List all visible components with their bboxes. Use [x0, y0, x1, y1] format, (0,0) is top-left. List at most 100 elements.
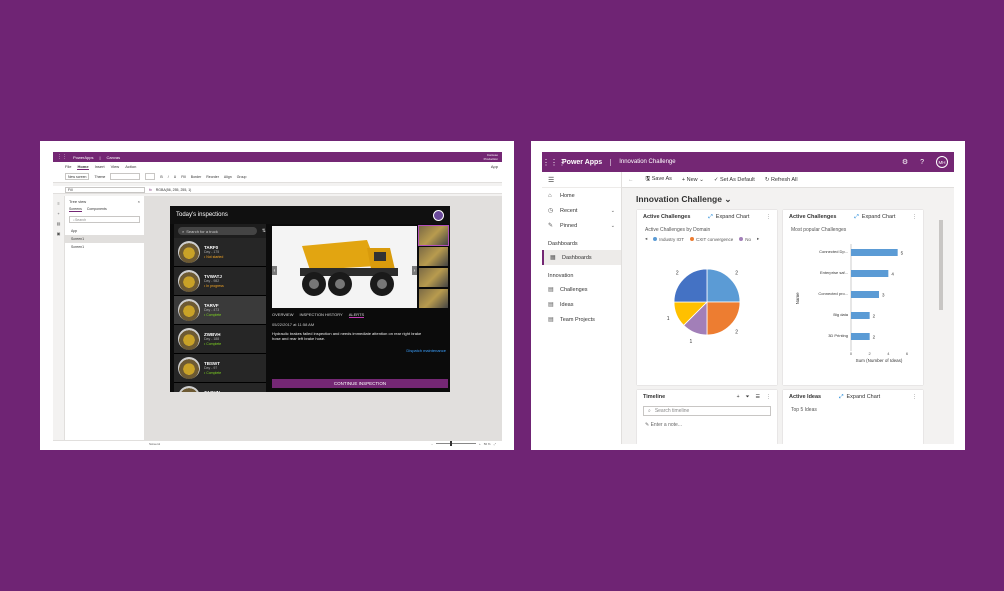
expand-chart-button[interactable]: ⤢ Expand Chart: [708, 214, 749, 221]
truck-search-input[interactable]: ⌕ Search for a truck: [178, 227, 257, 235]
next-image-icon[interactable]: ›: [412, 266, 417, 275]
nav-home[interactable]: ⌂ Home: [542, 188, 621, 203]
pie-chart[interactable]: 2 2 1 1 2: [637, 242, 777, 372]
thumbnail[interactable]: [419, 268, 448, 287]
more-icon[interactable]: ⋮: [912, 394, 917, 400]
menu-file[interactable]: File: [65, 164, 71, 169]
card-title[interactable]: Active Challenges: [789, 214, 836, 220]
tree-row-app[interactable]: App: [65, 227, 144, 235]
sort-icon[interactable]: ⇅: [262, 228, 266, 234]
back-icon[interactable]: ←: [628, 177, 634, 183]
media-icon[interactable]: ▣: [53, 231, 64, 236]
nav-dashboards[interactable]: ▦ Dashboards: [542, 250, 621, 265]
data-icon[interactable]: ▤: [53, 221, 64, 226]
thumbnail[interactable]: [419, 247, 448, 266]
continue-inspection-button[interactable]: CONTINUE INSPECTION: [272, 379, 448, 388]
ribbon-fill[interactable]: Fill: [181, 175, 185, 179]
waffle-icon[interactable]: ⋮⋮: [57, 154, 67, 160]
tree-search-input[interactable]: ⌕ Search: [69, 216, 140, 223]
menu-view[interactable]: View: [111, 164, 120, 169]
chevron-down-icon[interactable]: ⌄: [611, 208, 621, 214]
nav-ideas[interactable]: ▤ Ideas: [542, 297, 621, 312]
timeline-search-input[interactable]: ⌕ Search timeline: [643, 406, 771, 416]
more-icon[interactable]: ⋮: [766, 214, 771, 220]
bar[interactable]: [851, 249, 898, 256]
menu-action[interactable]: Action: [125, 164, 136, 169]
thumbnail[interactable]: [418, 225, 449, 246]
font-size-select[interactable]: [145, 173, 156, 180]
enter-note-input[interactable]: ✎ Enter a note...: [637, 418, 777, 432]
card-title[interactable]: Active Challenges: [643, 214, 690, 220]
thumbnail[interactable]: [419, 289, 448, 308]
menu-app[interactable]: App: [491, 164, 502, 169]
nav-pinned[interactable]: ✎ Pinned ⌄: [542, 218, 621, 233]
tree-view-icon[interactable]: ≡: [53, 201, 64, 206]
bar-chart[interactable]: Connected Dp... 5 Enterprise saf... 4 Connec…: [783, 236, 923, 376]
zoom-slider[interactable]: [435, 441, 476, 446]
hamburger-icon[interactable]: ☰: [542, 172, 621, 188]
list-item[interactable]: TARF0 Day - 175 • Not started: [174, 238, 266, 267]
pie-slice[interactable]: [673, 268, 708, 303]
inspection-app-preview[interactable]: Today's inspections ⌕ Search for a truck…: [170, 206, 450, 392]
ribbon-border[interactable]: Border: [191, 175, 202, 179]
zoom-in-icon[interactable]: +: [479, 442, 481, 446]
list-item[interactable]: TARVF Day - 473 • Complete: [174, 296, 266, 325]
mda-brand[interactable]: Power Apps: [562, 158, 612, 166]
close-icon[interactable]: ×: [138, 199, 140, 204]
waffle-icon[interactable]: ⋮⋮⋮: [542, 158, 566, 167]
underline-icon[interactable]: U: [174, 175, 177, 179]
avatar[interactable]: MH: [936, 156, 948, 168]
prev-image-icon[interactable]: ‹: [272, 266, 277, 275]
avatar[interactable]: [433, 209, 444, 221]
menu-home[interactable]: Home: [77, 164, 89, 170]
gear-icon[interactable]: ⚙: [902, 158, 908, 166]
tab-inspection-history[interactable]: INSPECTION HISTORY: [300, 312, 343, 318]
menu-insert[interactable]: Insert: [95, 164, 105, 169]
save-as-button[interactable]: 🖫 Save As: [646, 175, 672, 184]
expand-chart-button[interactable]: ⤢ Expand Chart: [839, 394, 880, 401]
card-title[interactable]: Active Ideas: [789, 394, 821, 400]
screen-selector[interactable]: Screen1: [149, 442, 160, 446]
tree-row-screen[interactable]: Screen1: [65, 235, 144, 243]
nav-challenges[interactable]: ▤ Challenges: [542, 282, 621, 297]
italic-icon[interactable]: /: [168, 175, 169, 179]
theme-button[interactable]: Theme: [94, 175, 105, 179]
tab-alerts[interactable]: ALERTS: [348, 312, 365, 318]
dashboard-scrollbar[interactable]: [938, 210, 944, 442]
ribbon-group[interactable]: Group: [237, 175, 247, 179]
ribbon-align[interactable]: Align: [224, 175, 232, 179]
legend-item[interactable]: CXIT convergence: [690, 237, 733, 242]
list-item[interactable]: ZWBVH Day - 188 • Complete: [174, 325, 266, 354]
nav-team-projects[interactable]: ▤ Team Projects: [542, 312, 621, 327]
scrollbar-thumb[interactable]: [939, 220, 943, 310]
font-select[interactable]: [110, 173, 141, 180]
nav-recent[interactable]: ◷ Recent ⌄: [542, 203, 621, 218]
bar[interactable]: [851, 270, 889, 277]
more-icon[interactable]: ⋮: [912, 214, 917, 220]
chevron-down-icon[interactable]: ⌄: [611, 223, 621, 229]
formula-input[interactable]: RGBA(56, 255, 255, 1): [156, 188, 192, 192]
list-item[interactable]: TVWATJ Day - 982 • In progress: [174, 267, 266, 296]
expand-chart-button[interactable]: ⤢ Expand Chart: [854, 214, 895, 221]
tab-overview[interactable]: OVERVIEW: [272, 312, 294, 318]
legend-item[interactable]: Industry IOT: [653, 237, 684, 242]
ribbon-reorder[interactable]: Reorder: [206, 175, 219, 179]
refresh-all-button[interactable]: ↻ Refresh All: [765, 177, 798, 183]
filter-icon[interactable]: ⏷: [746, 394, 750, 400]
bold-icon[interactable]: B: [160, 175, 162, 179]
dispatch-link[interactable]: Dispatch maintenance: [406, 348, 446, 353]
fit-screen-icon[interactable]: ⤢: [494, 442, 496, 446]
insert-icon[interactable]: +: [53, 211, 64, 216]
studio-user[interactable]: Contoso Production: [484, 153, 502, 161]
tree-row-screen[interactable]: Screen1: [65, 243, 144, 251]
legend-item[interactable]: No: [739, 237, 751, 242]
property-select[interactable]: Fill: [65, 186, 145, 193]
dashboard-title-selector[interactable]: Innovation Challenge ⌄: [636, 194, 731, 205]
new-button[interactable]: + New ⌄: [682, 177, 704, 183]
list-item[interactable]: ZAQHNDay - 44• Complete: [174, 383, 266, 392]
set-default-button[interactable]: ✓ Set As Default: [714, 177, 755, 183]
bar[interactable]: [851, 312, 870, 319]
more-icon[interactable]: ⋮: [766, 394, 771, 400]
list-item[interactable]: TBSWT Day - 97 • Complete: [174, 354, 266, 383]
zoom-out-icon[interactable]: −: [431, 442, 433, 446]
